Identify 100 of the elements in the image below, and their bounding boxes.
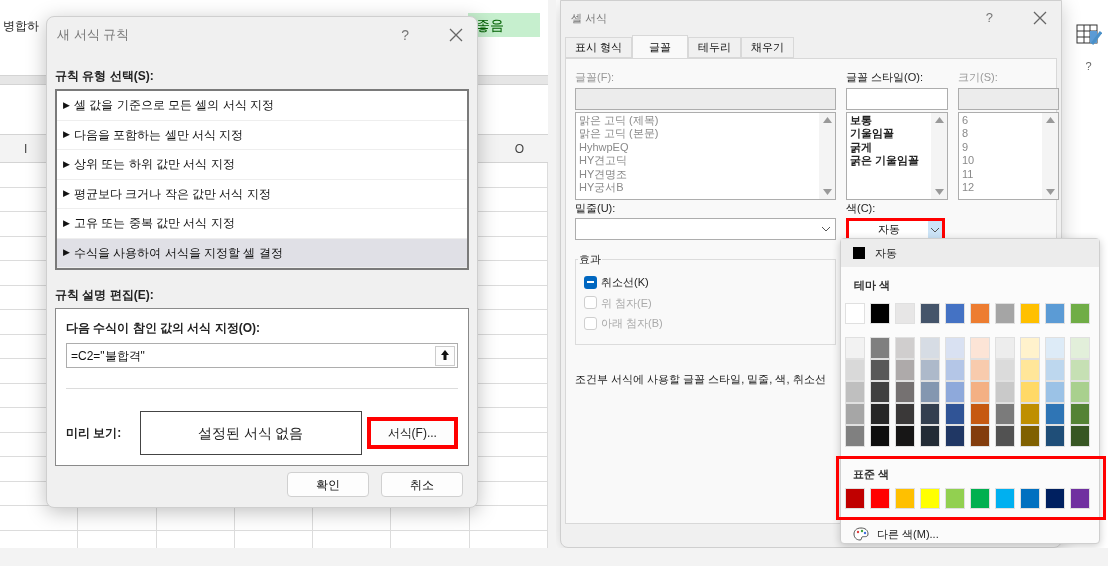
color-swatch[interactable] [1045, 302, 1065, 324]
scrollbar[interactable] [819, 112, 835, 199]
color-swatch[interactable] [1070, 358, 1090, 381]
color-swatch[interactable] [945, 380, 965, 403]
scroll-down-icon[interactable] [934, 188, 944, 195]
scroll-up-icon[interactable] [822, 116, 832, 123]
color-swatch[interactable] [870, 488, 890, 509]
color-swatch[interactable] [1070, 424, 1090, 447]
color-swatch[interactable] [970, 380, 990, 403]
color-swatch[interactable] [1020, 380, 1040, 403]
color-swatch[interactable] [845, 402, 865, 425]
color-swatch[interactable] [945, 358, 965, 381]
tab[interactable]: 표시 형식 [565, 37, 633, 58]
color-swatch[interactable] [995, 358, 1015, 381]
color-swatch[interactable] [895, 336, 915, 359]
scrollbar[interactable] [931, 112, 947, 199]
help-button[interactable]: ? [985, 8, 993, 28]
list-item[interactable]: 보통 [850, 113, 928, 127]
color-swatch[interactable] [870, 380, 890, 403]
color-swatch[interactable] [945, 488, 965, 509]
color-swatch[interactable] [945, 402, 965, 425]
color-swatch[interactable] [1020, 488, 1040, 509]
color-swatch[interactable] [1020, 302, 1040, 324]
color-swatch[interactable] [845, 358, 865, 381]
list-item[interactable]: 굵은 기울임꼴 [850, 154, 928, 168]
list-item[interactable]: 기울임꼴 [850, 127, 928, 141]
rule-type-item[interactable]: ▶ 고유 또는 중복 값만 서식 지정 [57, 209, 467, 239]
color-swatch[interactable] [1045, 336, 1065, 359]
color-swatch[interactable] [920, 488, 940, 509]
tab[interactable]: 테두리 [688, 37, 742, 58]
color-swatch[interactable] [970, 302, 990, 324]
color-swatch[interactable] [895, 424, 915, 447]
color-swatch[interactable] [995, 488, 1015, 509]
color-swatch[interactable] [845, 380, 865, 403]
color-swatch[interactable] [870, 302, 890, 324]
color-swatch[interactable] [845, 336, 865, 359]
color-swatch[interactable] [895, 402, 915, 425]
color-swatch[interactable] [920, 380, 940, 403]
color-swatch[interactable] [1020, 336, 1040, 359]
color-swatch[interactable] [970, 358, 990, 381]
table-icon[interactable] [1075, 24, 1102, 46]
effect-checkbox[interactable]: 취소선(K) [584, 274, 835, 291]
list-item[interactable]: 굵게 [850, 140, 928, 154]
color-swatch[interactable] [970, 424, 990, 447]
color-swatch[interactable] [1070, 336, 1090, 359]
rule-type-item[interactable]: ▶ 셀 값을 기준으로 모든 셀의 서식 지정 [57, 91, 467, 121]
color-swatch[interactable] [870, 336, 890, 359]
formula-field[interactable]: =C2="불합격" [66, 343, 458, 368]
color-swatch[interactable] [1045, 358, 1065, 381]
column-header[interactable]: O [514, 139, 524, 158]
color-swatch[interactable] [920, 424, 940, 447]
color-swatch[interactable] [870, 402, 890, 425]
color-swatch[interactable] [845, 424, 865, 447]
color-swatch[interactable] [1020, 424, 1040, 447]
color-swatch[interactable] [920, 402, 940, 425]
rule-type-item[interactable]: ▶ 상위 또는 하위 값만 서식 지정 [57, 150, 467, 180]
color-swatch[interactable] [995, 336, 1015, 359]
tab[interactable]: 채우기 [741, 37, 795, 58]
help-button[interactable]: ? [401, 24, 409, 46]
scroll-up-icon[interactable] [1045, 116, 1055, 123]
color-swatch[interactable] [870, 424, 890, 447]
rule-type-item[interactable]: ▶ 평균보다 크거나 작은 값만 서식 지정 [57, 179, 467, 209]
checkbox[interactable] [584, 275, 597, 289]
tab[interactable]: 글꼴 [632, 35, 689, 58]
color-swatch[interactable] [970, 488, 990, 509]
color-swatch[interactable] [1070, 402, 1090, 425]
color-swatch[interactable] [1070, 488, 1090, 509]
color-swatch[interactable] [895, 302, 915, 324]
close-icon[interactable] [449, 28, 463, 42]
color-swatch[interactable] [945, 424, 965, 447]
color-swatch[interactable] [995, 302, 1015, 324]
format-button[interactable]: 서식(F)... [366, 417, 458, 449]
more-colors-item[interactable]: 다른 색(M)... [853, 525, 1099, 542]
color-swatch[interactable] [1070, 302, 1090, 324]
color-swatch[interactable] [920, 336, 940, 359]
color-swatch[interactable] [1045, 402, 1065, 425]
color-swatch[interactable] [845, 488, 865, 509]
color-swatch[interactable] [895, 358, 915, 381]
color-swatch[interactable] [895, 488, 915, 509]
color-swatch[interactable] [845, 302, 865, 324]
help-icon[interactable]: ? [1085, 58, 1092, 75]
color-swatch[interactable] [995, 402, 1015, 425]
scroll-up-icon[interactable] [934, 116, 944, 123]
dialog-button[interactable]: 확인 [287, 472, 369, 497]
automatic-color-item[interactable]: 자동 [841, 239, 1099, 267]
color-swatch[interactable] [995, 380, 1015, 403]
close-icon[interactable] [1033, 11, 1047, 25]
color-swatch[interactable] [920, 358, 940, 381]
color-swatch[interactable] [1070, 380, 1090, 403]
color-swatch[interactable] [895, 380, 915, 403]
ribbon-label[interactable]: 병합하 [3, 17, 39, 35]
column-header[interactable]: I [24, 139, 28, 158]
scroll-down-icon[interactable] [1045, 188, 1055, 195]
color-swatch[interactable] [945, 336, 965, 359]
rule-type-item[interactable]: ▶ 다음을 포함하는 셀만 서식 지정 [57, 120, 467, 150]
color-swatch[interactable] [1045, 424, 1065, 447]
scroll-down-icon[interactable] [822, 188, 832, 195]
dialog-button[interactable]: 취소 [381, 472, 463, 497]
cell-style-good[interactable]: 좋음 [468, 13, 540, 37]
color-swatch[interactable] [970, 402, 990, 425]
